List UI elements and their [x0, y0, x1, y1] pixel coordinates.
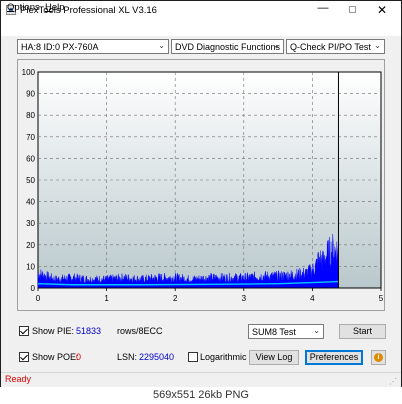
preferences-button[interactable]: Preferences: [305, 350, 363, 365]
lsn-label: LSN:: [117, 352, 138, 362]
y-tick-label: 100: [22, 68, 36, 77]
y-tick-label: 90: [26, 90, 35, 99]
function-select-value: DVD Diagnostic Functions: [175, 42, 281, 52]
show-poe-checkbox[interactable]: [19, 352, 29, 362]
y-tick-label: 30: [26, 219, 35, 228]
chevron-down-icon: ⌄: [374, 41, 381, 50]
sum-test-select[interactable]: SUM8 Test ⌄: [248, 324, 324, 339]
x-tick-label: 5: [379, 294, 384, 303]
chevron-down-icon: ⌄: [158, 41, 165, 50]
y-tick-label: 20: [26, 241, 35, 250]
y-tick-label: 10: [26, 262, 35, 271]
x-tick-label: 0: [36, 294, 41, 303]
menu-bar: [1, 21, 401, 36]
window-title: PlexTools Professional XL V3.16: [20, 5, 157, 16]
rows-label: rows/8ECC: [117, 326, 163, 336]
minimize-button[interactable]: —: [313, 2, 333, 18]
view-log-button[interactable]: View Log: [249, 350, 299, 365]
sum-test-value: SUM8 Test: [252, 327, 296, 337]
info-icon: i: [374, 353, 383, 362]
drive-select-value: HA:8 ID:0 PX-760A: [21, 42, 99, 52]
logarithmic-label: Logarithmic: [200, 352, 247, 362]
test-select[interactable]: Q-Check PI/PO Test ⌄: [286, 39, 385, 54]
menu-help-label: elp: [51, 2, 65, 13]
y-tick-label: 50: [26, 176, 35, 185]
x-tick-label: 4: [310, 294, 315, 303]
x-tick-label: 2: [173, 294, 178, 303]
x-tick-label: 1: [104, 294, 109, 303]
show-pie-label: Show PIE:: [32, 326, 75, 336]
maximize-button[interactable]: [343, 2, 363, 18]
show-pie-value: 51833: [76, 326, 102, 336]
menu-options-label: ptions: [14, 2, 40, 13]
menu-help-accel: H: [45, 2, 52, 13]
test-select-value: Q-Check PI/PO Test: [290, 42, 371, 52]
function-select[interactable]: DVD Diagnostic Functions ⌄: [171, 39, 284, 54]
logarithmic-checkbox[interactable]: [188, 352, 198, 362]
y-tick-label: 0: [31, 284, 36, 293]
x-tick-label: 3: [242, 294, 247, 303]
show-poe-label: Show POE:: [32, 352, 79, 362]
close-button[interactable]: ✕: [372, 2, 392, 18]
lsn-value: 2295040: [139, 352, 175, 362]
menu-help[interactable]: Help: [45, 2, 65, 13]
y-tick-label: 60: [26, 154, 35, 163]
show-poe-value: 0: [76, 352, 82, 362]
y-tick-label: 80: [26, 111, 35, 120]
chevron-down-icon: ⌄: [273, 41, 280, 50]
resize-grip-icon[interactable]: ⋰: [389, 377, 397, 386]
y-tick-label: 70: [26, 133, 35, 142]
info-button[interactable]: i: [371, 350, 386, 365]
image-info-text: 569x551 26kb PNG: [152, 389, 249, 401]
chevron-down-icon: ⌄: [313, 326, 320, 335]
start-button[interactable]: Start: [339, 324, 386, 339]
status-bar: [1, 372, 401, 387]
show-pie-checkbox[interactable]: [19, 326, 29, 336]
pi-po-chart: 10090807060504030201000 1 2 3 4 5: [22, 68, 384, 303]
drive-select[interactable]: HA:8 ID:0 PX-760A ⌄: [17, 39, 169, 54]
status-text: Ready: [5, 374, 32, 384]
y-tick-label: 40: [26, 198, 35, 207]
menu-options[interactable]: Options: [7, 2, 40, 13]
